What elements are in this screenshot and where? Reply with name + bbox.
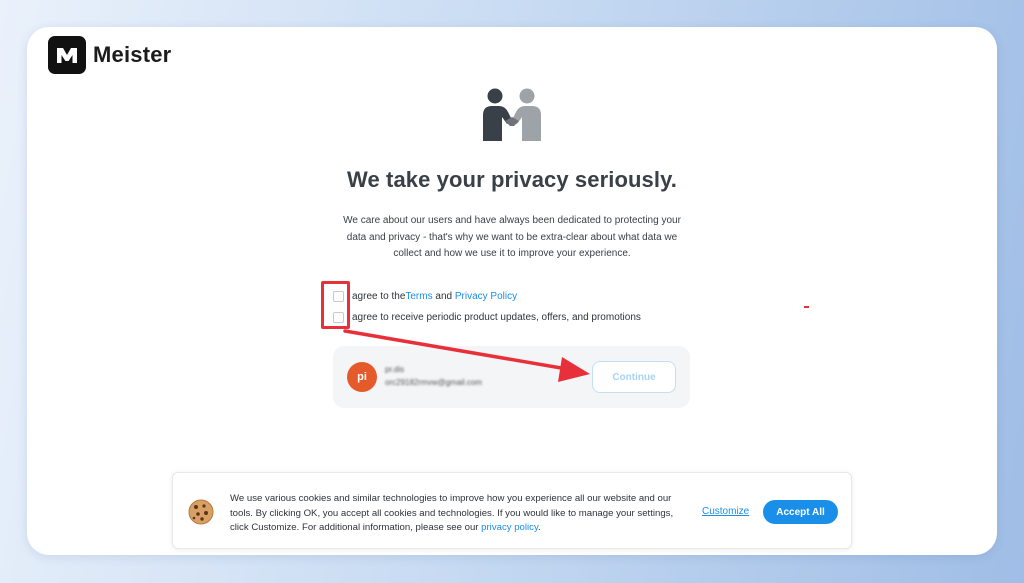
- account-email: orc29182rmvw@gmail.com: [385, 378, 483, 387]
- updates-consent-row: agree to receive periodic product update…: [333, 312, 641, 323]
- cookie-icon: [188, 499, 214, 525]
- brand-name: Meister: [93, 42, 172, 67]
- terms-link[interactable]: Terms: [405, 291, 432, 302]
- continue-button[interactable]: Continue: [592, 361, 676, 393]
- account-name: pr.dis: [385, 365, 405, 374]
- terms-and: and: [432, 291, 455, 302]
- cookie-text-body: We use various cookies and similar techn…: [230, 493, 674, 533]
- signup-window: Meister We take your privacy seriously. …: [27, 27, 997, 555]
- accept-all-button[interactable]: Accept All: [763, 500, 838, 524]
- updates-label: agree to receive periodic product update…: [352, 312, 641, 323]
- cookie-text: We use various cookies and similar techn…: [230, 492, 680, 536]
- page-title: We take your privacy seriously.: [347, 167, 677, 192]
- annotation-highlight-box: [321, 281, 350, 329]
- annotation-mark: [804, 306, 809, 308]
- customize-link[interactable]: Customize: [702, 506, 749, 517]
- cookie-privacy-policy-link[interactable]: privacy policy: [481, 522, 538, 533]
- brand-header[interactable]: Meister: [48, 36, 171, 74]
- handshake-people-icon: [483, 88, 541, 141]
- cookie-text-end: .: [538, 522, 541, 533]
- privacy-policy-link[interactable]: Privacy Policy: [455, 291, 517, 302]
- terms-consent-row: agree to the Terms and Privacy Policy: [333, 291, 517, 302]
- meister-logo-icon: [48, 36, 86, 74]
- account-card: pi pr.dis orc29182rmvw@gmail.com Continu…: [333, 346, 690, 408]
- avatar: pi: [347, 362, 377, 392]
- intro-text: We care about our users and have always …: [343, 215, 681, 259]
- cookie-banner: We use various cookies and similar techn…: [172, 472, 852, 549]
- terms-prefix: agree to the: [352, 291, 406, 302]
